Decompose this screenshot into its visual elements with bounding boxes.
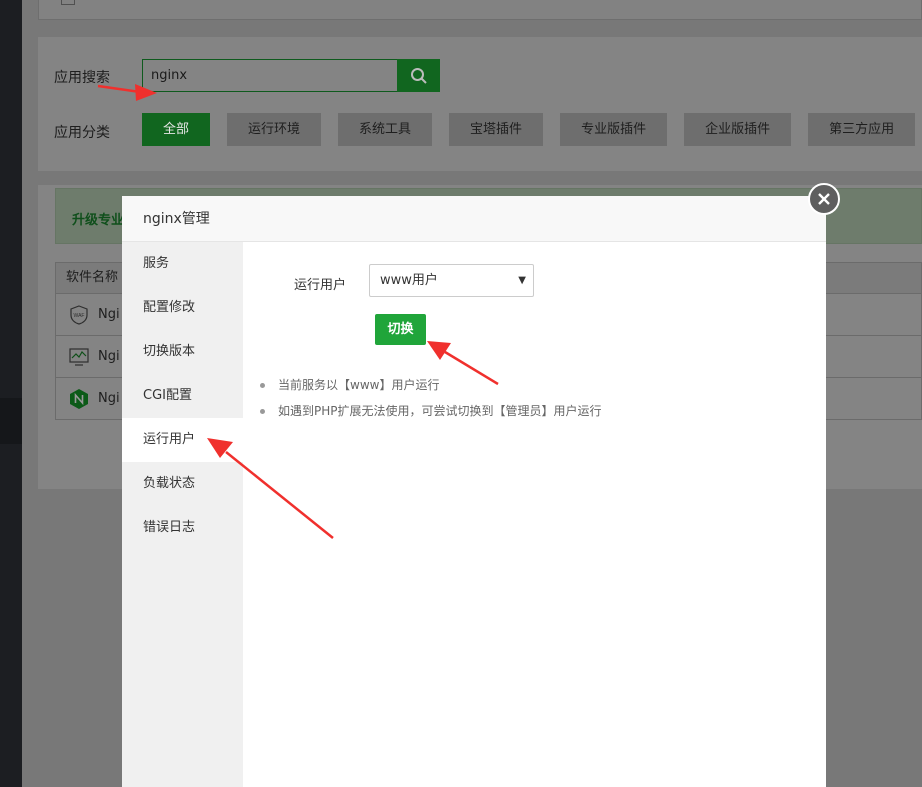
nav-error-log[interactable]: 错误日志: [122, 506, 243, 550]
nav-service[interactable]: 服务: [122, 242, 243, 286]
nav-run-user[interactable]: 运行用户: [122, 418, 243, 462]
svg-text:WAF: WAF: [74, 313, 85, 319]
software-name: Ngi: [98, 349, 120, 364]
top-card: [38, 0, 922, 20]
switch-button[interactable]: 切换: [375, 314, 426, 345]
filter-card: 应用搜索 nginx 应用分类 全部 运行环境 系统工具 宝塔插件 专业版插件 …: [38, 37, 922, 171]
close-button[interactable]: [808, 183, 840, 215]
category-all[interactable]: 全部: [142, 113, 211, 146]
nav-switch-version[interactable]: 切换版本: [122, 330, 243, 374]
category-tabs: 全部 运行环境 系统工具 宝塔插件 专业版插件 企业版插件 第三方应用: [142, 113, 922, 146]
category-enterprise-plugins[interactable]: 企业版插件: [684, 113, 792, 146]
sidebar-active-strip: [0, 398, 22, 444]
nginx-icon: [70, 389, 88, 409]
software-name: Ngi: [98, 307, 120, 322]
dropdown-arrow-icon: ▼: [518, 275, 526, 286]
category-runtime[interactable]: 运行环境: [227, 113, 322, 146]
monitor-icon: [69, 348, 89, 366]
search-label: 应用搜索: [54, 70, 110, 86]
dialog-body: 运行用户 www用户 ▼ 切换 当前服务以【www】用户运行 如遇到PHP扩展无…: [243, 242, 826, 787]
category-system-tools[interactable]: 系统工具: [338, 113, 433, 146]
run-user-selected: www用户: [380, 273, 438, 288]
tip-item: 当前服务以【www】用户运行: [256, 372, 602, 398]
category-pro-plugins[interactable]: 专业版插件: [560, 113, 668, 146]
category-label: 应用分类: [54, 125, 110, 141]
search-input[interactable]: nginx: [142, 59, 398, 92]
nginx-manage-dialog: nginx管理 服务 配置修改 切换版本 CGI配置 运行用户 负载状态 错误日…: [122, 196, 826, 787]
dialog-nav: 服务 配置修改 切换版本 CGI配置 运行用户 负载状态 错误日志: [122, 242, 243, 787]
search-button[interactable]: [397, 59, 440, 92]
upgrade-banner-text: 升级专业: [72, 213, 125, 228]
run-user-select[interactable]: www用户 ▼: [369, 264, 534, 297]
software-name: Ngi: [98, 391, 120, 406]
close-icon: [818, 193, 830, 205]
category-bt-plugins[interactable]: 宝塔插件: [449, 113, 544, 146]
category-third-party[interactable]: 第三方应用: [808, 113, 916, 146]
nav-config-edit[interactable]: 配置修改: [122, 286, 243, 330]
left-sidebar: [0, 0, 22, 787]
dialog-title: nginx管理: [122, 196, 826, 242]
tips-list: 当前服务以【www】用户运行 如遇到PHP扩展无法使用，可尝试切换到【管理员】用…: [256, 372, 602, 424]
nav-load-status[interactable]: 负载状态: [122, 462, 243, 506]
search-icon: [410, 67, 427, 84]
tip-item: 如遇到PHP扩展无法使用，可尝试切换到【管理员】用户运行: [256, 398, 602, 424]
run-user-label: 运行用户: [294, 278, 347, 293]
nav-cgi-config[interactable]: CGI配置: [122, 374, 243, 418]
grid-icon: [61, 0, 75, 5]
waf-icon: WAF: [70, 305, 88, 325]
